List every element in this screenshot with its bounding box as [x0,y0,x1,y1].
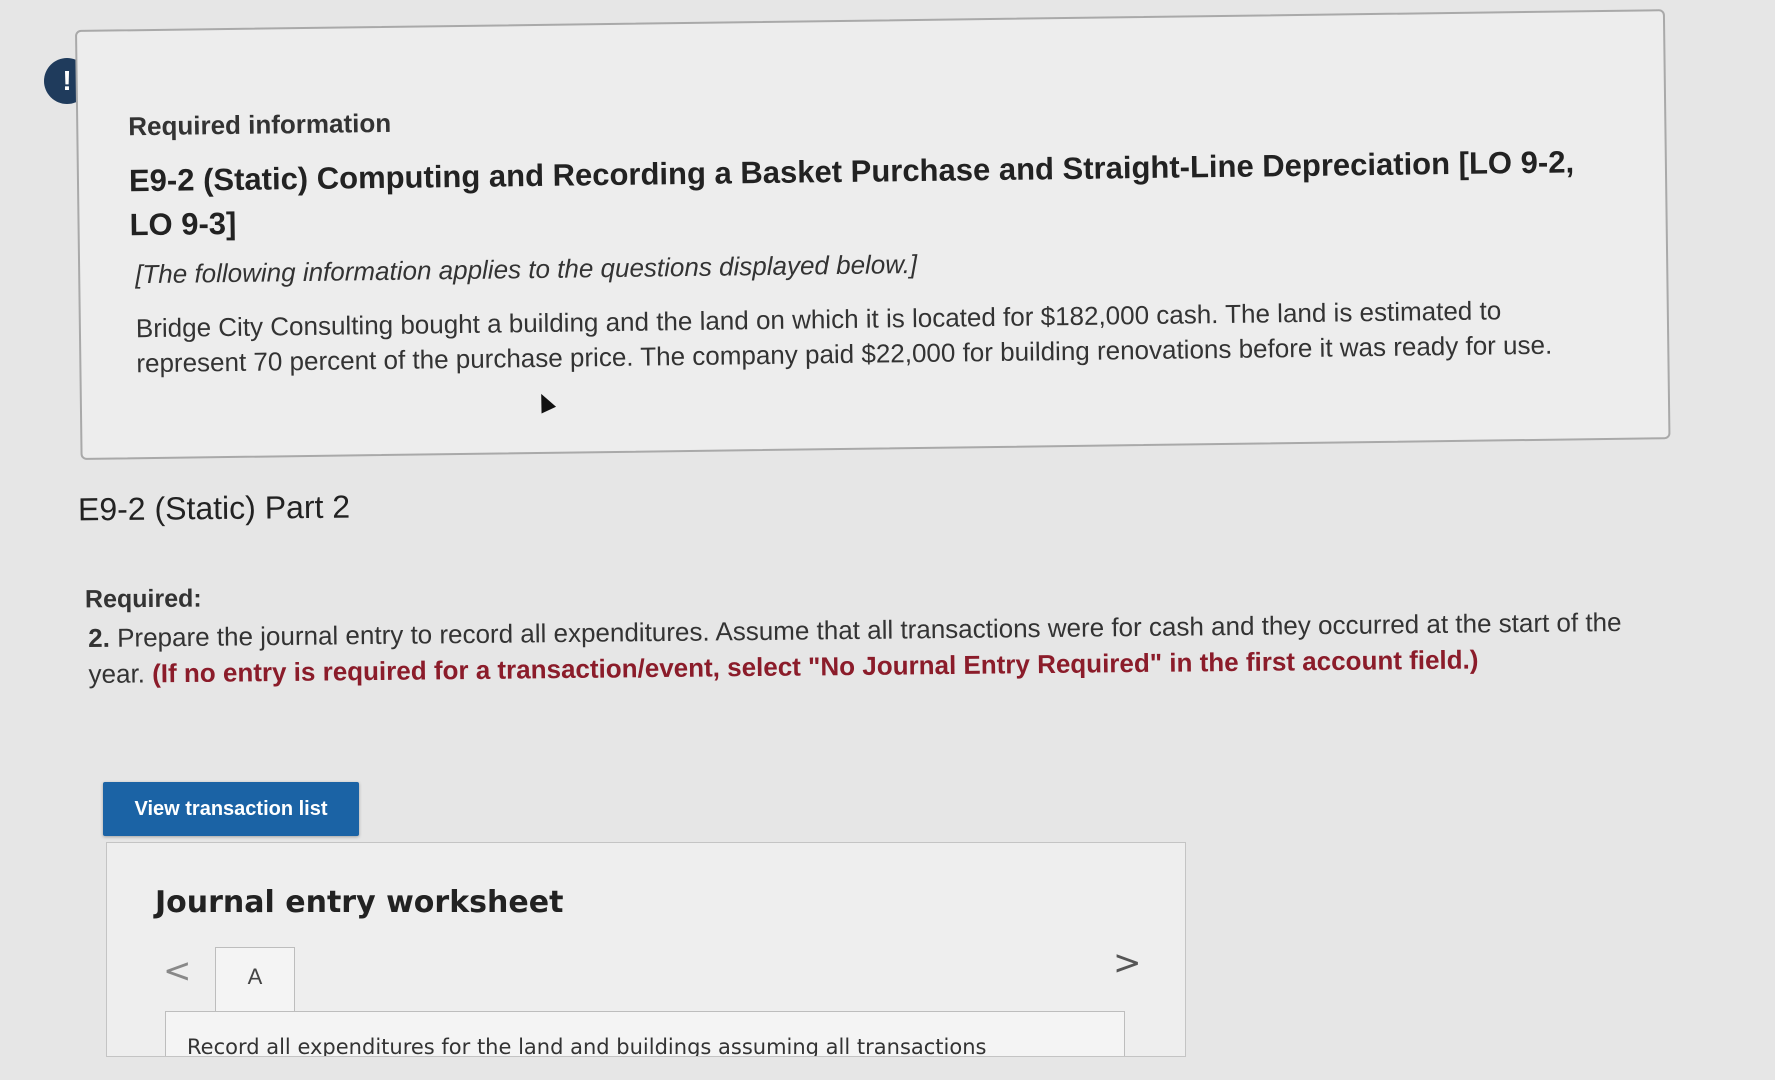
problem-description: Bridge City Consulting bought a building… [135,295,1553,379]
question-hint: (If no entry is required for a transacti… [152,644,1479,689]
question-number: 2. [88,622,111,653]
chevron-left-icon[interactable]: < [163,951,192,991]
required-information-panel: Required information E9-2 (Static) Compu… [75,9,1671,460]
journal-entry-worksheet: Journal entry worksheet < A > Record all… [106,842,1186,1057]
worksheet-instruction: Record all expenditures for the land and… [187,1035,987,1057]
worksheet-title: Journal entry worksheet [155,885,564,920]
required-information-label: Required information [128,107,392,142]
tab-a[interactable]: A [215,947,295,1013]
question-text: 2. Prepare the journal entry to record a… [88,604,1649,692]
applies-note: [The following information applies to th… [135,248,918,290]
part-title: E9-2 (Static) Part 2 [77,488,351,528]
chevron-right-icon[interactable]: > [1113,943,1142,983]
problem-title: E9-2 (Static) Computing and Recording a … [128,144,1575,243]
required-label: Required: [84,584,202,614]
view-transaction-list-button[interactable]: View transaction list [103,782,359,836]
